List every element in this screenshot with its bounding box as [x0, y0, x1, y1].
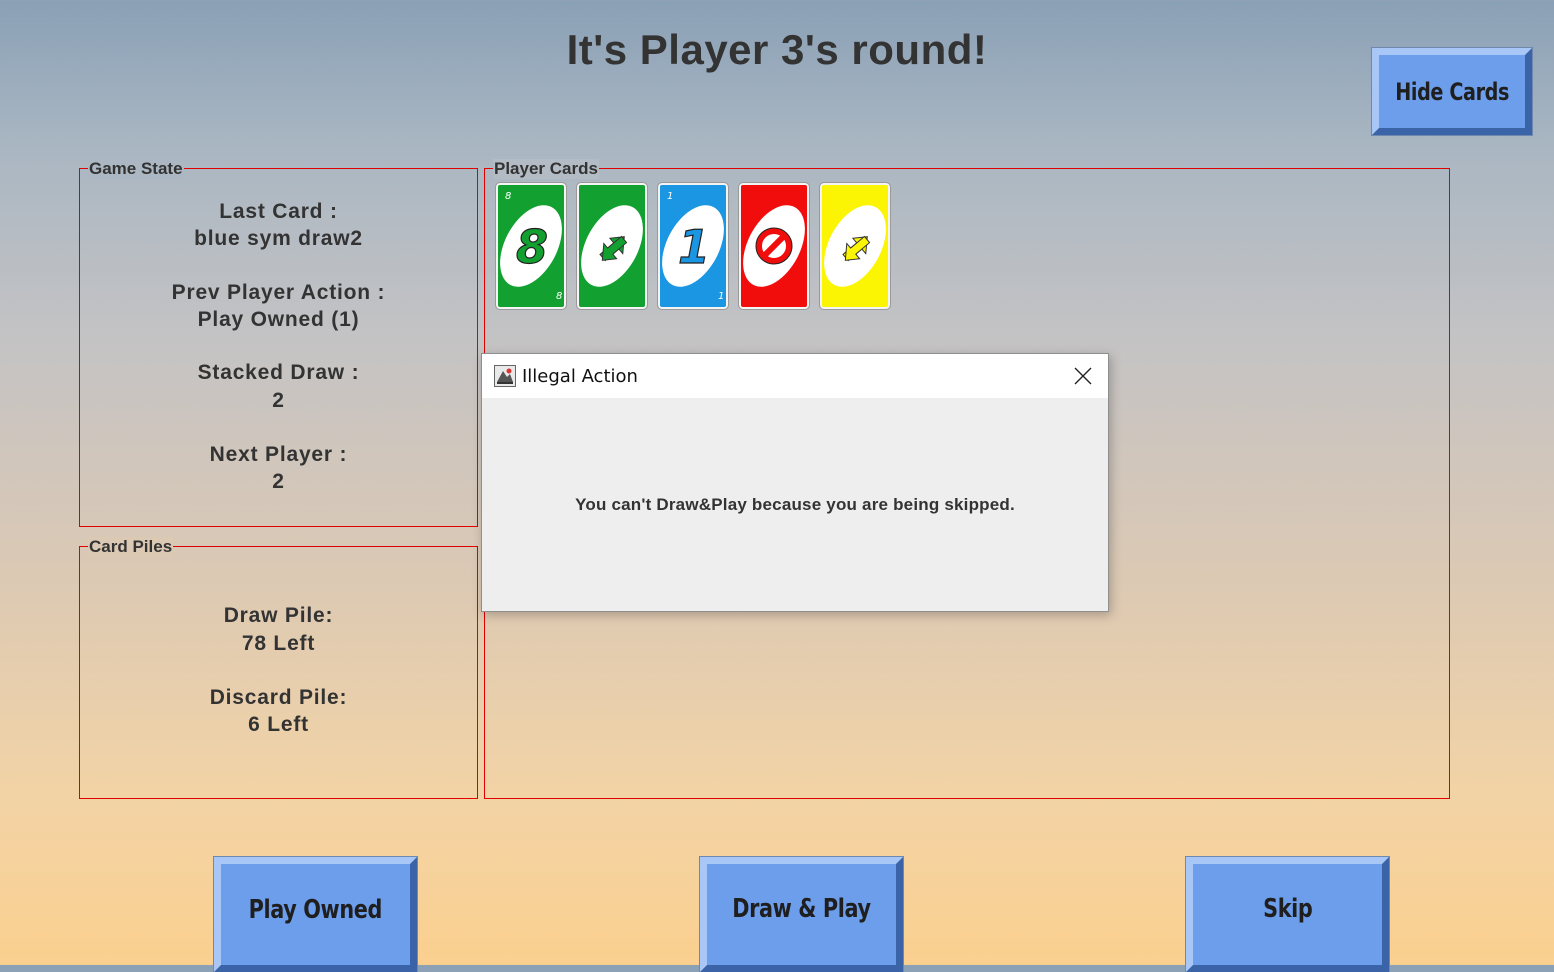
stacked-draw-label: Stacked Draw :	[197, 361, 360, 384]
stacked-draw-value: 2	[272, 389, 285, 412]
close-icon	[1074, 367, 1092, 385]
reverse-card	[824, 205, 886, 287]
game-state-legend: Game State	[88, 159, 184, 179]
round-title: It's Player 3's round!	[566, 26, 988, 73]
skip-label: Skip	[1262, 893, 1313, 924]
dialog-title: Illegal Action	[522, 366, 638, 387]
last-card-label: Last Card :	[219, 200, 338, 223]
svg-text:8: 8	[505, 191, 511, 202]
uno-card-green-8[interactable]: 8 8 8	[495, 182, 567, 310]
reverse-card	[581, 205, 643, 287]
discard-pile-label: Discard Pile:	[209, 686, 348, 709]
discard-pile-value: 6 Left	[248, 713, 309, 736]
next-player-label: Next Player :	[209, 443, 348, 466]
game-state-panel: Game State Last Card : blue sym draw2 Pr…	[79, 159, 478, 527]
skip-button[interactable]: Skip	[1185, 856, 1390, 972]
draw-play-button[interactable]: Draw & Play	[699, 856, 904, 972]
uno-card-green-reverse[interactable]	[576, 182, 648, 310]
illegal-action-dialog: Illegal Action You can't Draw&Play becau…	[481, 353, 1109, 612]
uno-card-yellow-reverse[interactable]	[819, 182, 891, 310]
play-owned-button[interactable]: Play Owned	[213, 856, 418, 972]
next-player-value: 2	[272, 470, 285, 493]
uno-card-blue-1[interactable]: 1 1 1	[657, 182, 729, 310]
java-app-icon	[494, 365, 516, 387]
draw-play-label: Draw & Play	[732, 893, 871, 924]
svg-text:1: 1	[667, 191, 673, 202]
uno-card-red-skip[interactable]	[738, 182, 810, 310]
last-card-value: blue sym draw2	[194, 227, 363, 250]
skip-card	[743, 205, 805, 287]
card-piles-legend: Card Piles	[88, 537, 174, 557]
play-owned-label: Play Owned	[248, 894, 383, 925]
dialog-close-button[interactable]	[1058, 354, 1108, 398]
hide-cards-label: Hide Cards	[1395, 77, 1509, 106]
svg-text:1: 1	[678, 220, 710, 274]
svg-text:8: 8	[516, 220, 548, 274]
draw-pile-value: 78 Left	[241, 632, 316, 655]
hide-cards-button[interactable]: Hide Cards	[1371, 47, 1533, 136]
player-cards-legend: Player Cards	[493, 159, 599, 179]
card-piles-panel: Card Piles Draw Pile: 78 Left Discard Pi…	[79, 537, 478, 799]
prev-action-label: Prev Player Action :	[171, 281, 386, 304]
number-1-card: 1 1 1	[662, 191, 724, 302]
number-8-card: 8 8 8	[500, 191, 562, 302]
svg-text:1: 1	[718, 291, 724, 302]
dialog-message: You can't Draw&Play because you are bein…	[575, 495, 1015, 514]
svg-text:8: 8	[556, 291, 562, 302]
draw-pile-label: Draw Pile:	[223, 604, 334, 627]
prev-action-value: Play Owned (1)	[197, 308, 360, 331]
dialog-titlebar[interactable]: Illegal Action	[482, 354, 1108, 398]
